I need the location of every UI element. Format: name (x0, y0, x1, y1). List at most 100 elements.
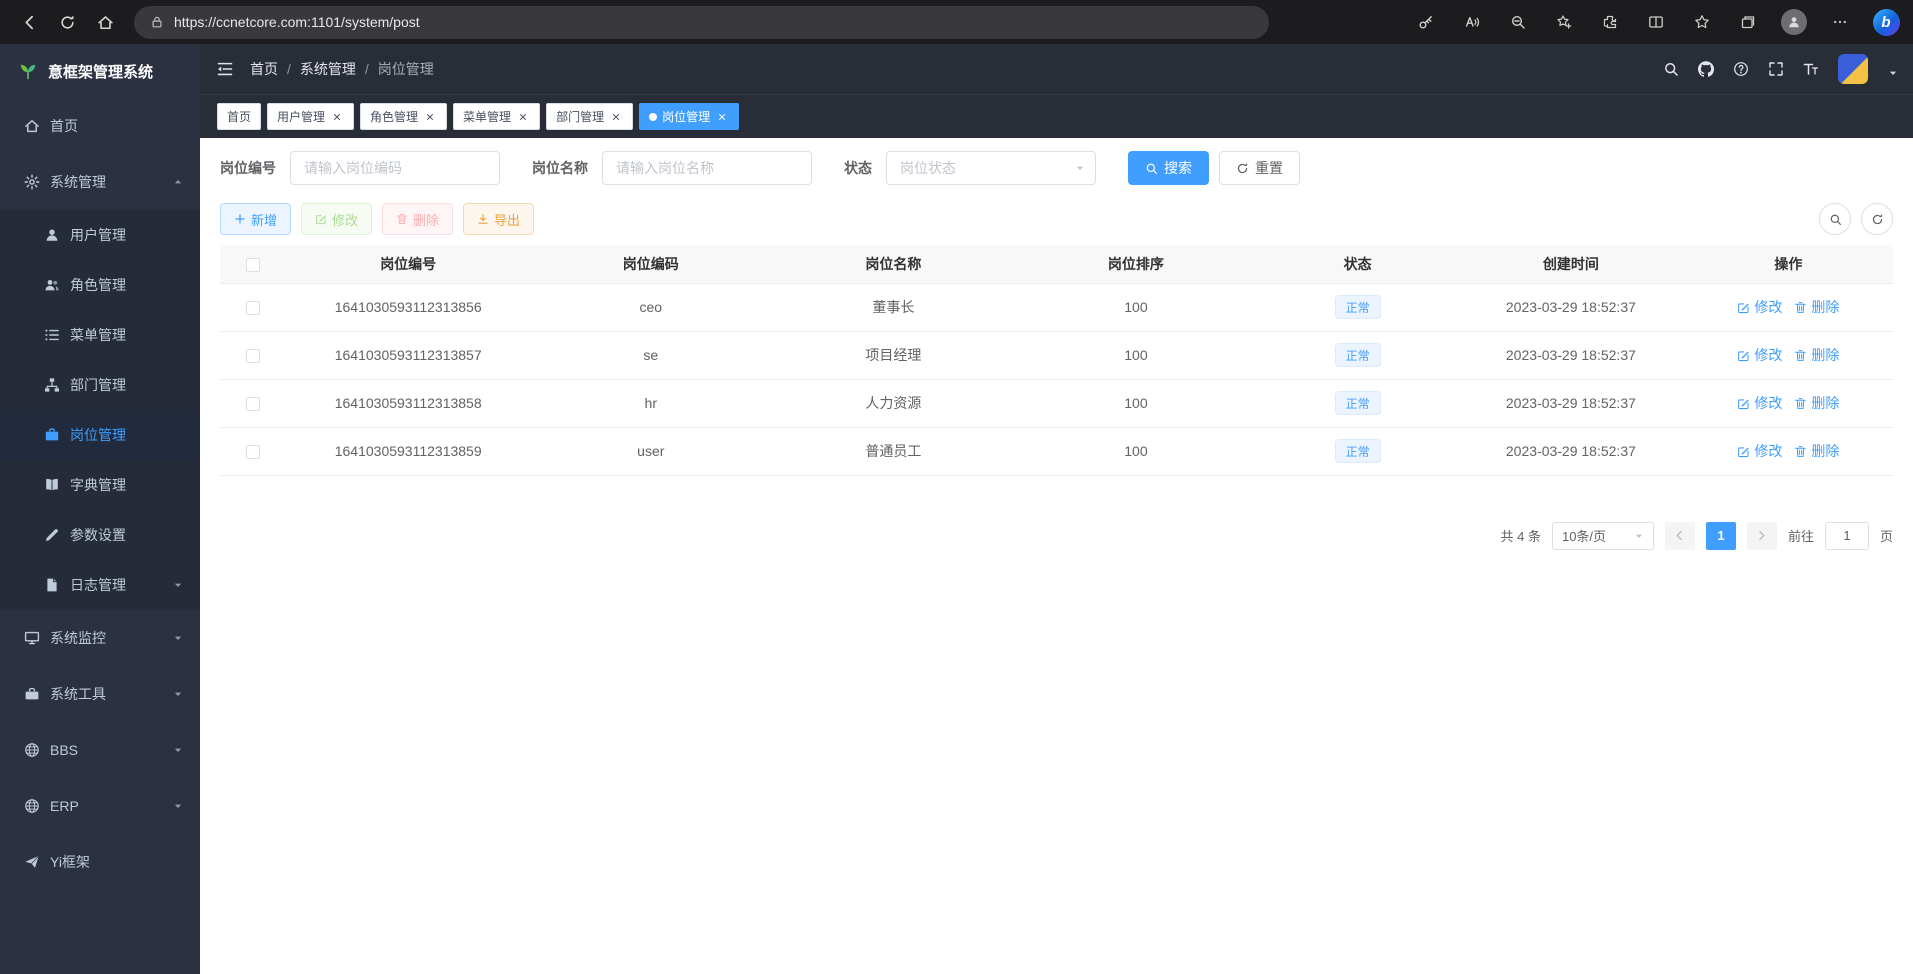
caret-down-icon[interactable] (1887, 67, 1899, 79)
sidebar-item-bbs[interactable]: BBS (0, 722, 200, 778)
status-select[interactable] (886, 151, 1096, 185)
tab-post-mgmt[interactable]: 岗位管理 (639, 103, 739, 130)
sidebar-item-home[interactable]: 首页 (0, 98, 200, 154)
close-icon[interactable] (609, 110, 623, 124)
font-size-icon[interactable] (1803, 61, 1819, 77)
refresh-icon (1871, 213, 1884, 226)
profile-button[interactable] (1779, 7, 1809, 37)
breadcrumb: 首页/系统管理/岗位管理 (250, 59, 434, 79)
extensions-button[interactable] (1595, 7, 1625, 37)
sidebar-item-param-settings[interactable]: 参数设置 (0, 510, 200, 560)
post-name-input[interactable] (602, 151, 812, 185)
close-icon[interactable] (423, 110, 437, 124)
row-delete-link[interactable]: 删除 (1794, 297, 1839, 317)
browser-home-button[interactable] (86, 5, 124, 39)
tab-menu-mgmt[interactable]: 菜单管理 (453, 103, 540, 130)
reset-button-label: 重置 (1255, 158, 1283, 178)
read-aloud-button[interactable] (1457, 7, 1487, 37)
row-edit-link[interactable]: 修改 (1737, 441, 1782, 461)
browser-menu-button[interactable] (1825, 7, 1855, 37)
cell-created-time: 2023-03-29 18:52:37 (1458, 379, 1684, 427)
globe-icon (24, 798, 40, 814)
favorites-button[interactable] (1687, 7, 1717, 37)
edit-button[interactable]: 修改 (301, 203, 372, 235)
sidebar-item-system-monitor[interactable]: 系统监控 (0, 610, 200, 666)
goto-page-input[interactable] (1825, 522, 1869, 550)
sidebar-item-user-mgmt[interactable]: 用户管理 (0, 210, 200, 260)
close-icon[interactable] (330, 110, 344, 124)
briefcase-icon (44, 427, 60, 443)
table-toolbar: 新增 修改 删除 导出 (220, 203, 1893, 235)
home-icon (24, 118, 40, 134)
delete-button[interactable]: 删除 (382, 203, 453, 235)
row-delete-link[interactable]: 删除 (1794, 441, 1839, 461)
sidebar-item-dept-mgmt[interactable]: 部门管理 (0, 360, 200, 410)
toggle-search-button[interactable] (1819, 203, 1851, 235)
sidebar-toggle-icon[interactable] (216, 60, 234, 78)
profile-avatar-icon (1781, 9, 1807, 35)
page-1-button[interactable]: 1 (1706, 522, 1736, 550)
row-checkbox[interactable] (246, 445, 260, 459)
sidebar-item-erp[interactable]: ERP (0, 778, 200, 834)
sidebar-item-role-mgmt[interactable]: 角色管理 (0, 260, 200, 310)
address-bar[interactable]: https://ccnetcore.com:1101/system/post (134, 6, 1269, 39)
sidebar-item-log-mgmt[interactable]: 日志管理 (0, 560, 200, 610)
browser-refresh-button[interactable] (48, 5, 86, 39)
sidebar-item-system-mgmt[interactable]: 系统管理 (0, 154, 200, 210)
help-icon[interactable] (1733, 61, 1749, 77)
reset-button[interactable]: 重置 (1219, 151, 1300, 185)
tab-home[interactable]: 首页 (217, 103, 261, 130)
row-checkbox[interactable] (246, 397, 260, 411)
split-screen-button[interactable] (1641, 7, 1671, 37)
select-all-cell (220, 245, 287, 283)
page-size-select[interactable]: 10条/页 (1552, 522, 1654, 550)
sidebar-item-dict-mgmt[interactable]: 字典管理 (0, 460, 200, 510)
password-key-button[interactable] (1411, 7, 1441, 37)
goto-label: 前往 (1788, 526, 1814, 545)
add-favorite-button[interactable] (1549, 7, 1579, 37)
tab-dept-mgmt[interactable]: 部门管理 (546, 103, 633, 130)
add-button[interactable]: 新增 (220, 203, 291, 235)
fullscreen-icon[interactable] (1768, 61, 1784, 77)
sidebar-item-menu-mgmt[interactable]: 菜单管理 (0, 310, 200, 360)
search-icon[interactable] (1663, 61, 1679, 77)
close-icon[interactable] (516, 110, 530, 124)
post-id-input[interactable] (290, 151, 500, 185)
select-all-checkbox[interactable] (246, 258, 260, 272)
tab-role-mgmt[interactable]: 角色管理 (360, 103, 447, 130)
table-header-row: 岗位编号岗位编码岗位名称岗位排序状态创建时间操作 (220, 245, 1893, 283)
next-page-button[interactable] (1747, 522, 1777, 550)
status-field-group: 状态 (844, 151, 1096, 185)
row-edit-link[interactable]: 修改 (1737, 393, 1782, 413)
row-checkbox[interactable] (246, 301, 260, 315)
search-button[interactable]: 搜索 (1128, 151, 1209, 185)
sidebar-item-post-mgmt[interactable]: 岗位管理 (0, 410, 200, 460)
prev-page-button[interactable] (1665, 522, 1695, 550)
sidebar-item-label: ERP (50, 798, 79, 814)
status-select-input[interactable] (886, 151, 1096, 185)
trash-icon (1794, 301, 1807, 314)
tab-user-mgmt[interactable]: 用户管理 (267, 103, 354, 130)
row-checkbox[interactable] (246, 349, 260, 363)
github-icon[interactable] (1698, 61, 1714, 77)
row-edit-link[interactable]: 修改 (1737, 297, 1782, 317)
copilot-button[interactable]: b (1871, 7, 1901, 37)
close-icon[interactable] (715, 110, 729, 124)
row-delete-link[interactable]: 删除 (1794, 393, 1839, 413)
collections-button[interactable] (1733, 7, 1763, 37)
toolbox-icon (24, 686, 40, 702)
row-edit-link[interactable]: 修改 (1737, 345, 1782, 365)
refresh-table-button[interactable] (1861, 203, 1893, 235)
breadcrumb-item[interactable]: 首页 (250, 59, 278, 79)
zoom-button[interactable] (1503, 7, 1533, 37)
app-logo[interactable]: 意框架管理系统 (0, 44, 200, 98)
user-avatar[interactable] (1838, 54, 1868, 84)
chevron-down-icon (172, 800, 184, 812)
browser-back-button[interactable] (10, 5, 48, 39)
breadcrumb-item[interactable]: 系统管理 (300, 59, 356, 79)
export-button[interactable]: 导出 (463, 203, 534, 235)
sidebar-item-yi-framework[interactable]: Yi框架 (0, 834, 200, 890)
row-delete-link[interactable]: 删除 (1794, 345, 1839, 365)
cell-created-time: 2023-03-29 18:52:37 (1458, 427, 1684, 475)
sidebar-item-system-tools[interactable]: 系统工具 (0, 666, 200, 722)
